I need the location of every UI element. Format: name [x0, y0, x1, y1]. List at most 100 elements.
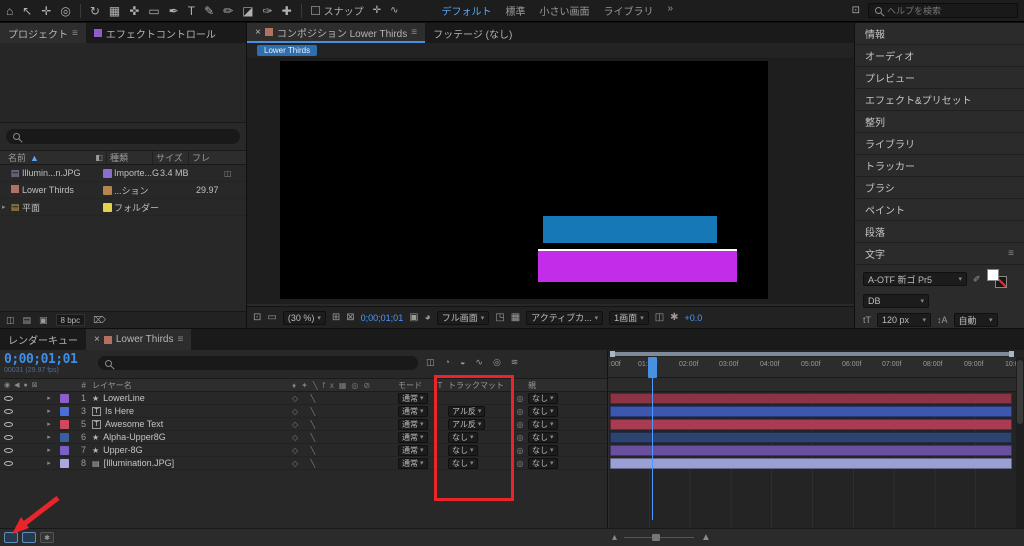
- grid-guides-icon[interactable]: ⊞: [332, 312, 340, 323]
- shape-tool-icon[interactable]: ▭: [148, 5, 159, 17]
- region-of-interest-icon[interactable]: ◳: [495, 312, 504, 323]
- expand-arrow-icon[interactable]: ▸: [42, 459, 56, 467]
- timeline-search[interactable]: [98, 356, 418, 370]
- new-composition-icon[interactable]: ▣: [39, 315, 48, 326]
- layer-name[interactable]: ★ Upper-8G: [92, 445, 288, 455]
- column-mode[interactable]: モード: [398, 380, 436, 391]
- visibility-eye-icon[interactable]: [4, 396, 13, 401]
- tab-footage[interactable]: フッテージ (なし): [425, 23, 520, 43]
- snap-wave-icon[interactable]: ∿: [390, 6, 398, 16]
- type-tool-icon[interactable]: T: [188, 5, 195, 17]
- layer-row-8[interactable]: ▸ 8 ▤ [Illumination.JPG] ◇ ╲ 通常▾ なし▾ ◎ な…: [0, 457, 607, 470]
- brush-tool-icon[interactable]: ✎: [204, 5, 214, 17]
- expand-arrow-icon[interactable]: ▸: [42, 394, 56, 402]
- selection-tool-icon[interactable]: ↖: [22, 5, 32, 17]
- font-size-dropdown[interactable]: 120 px▾: [877, 313, 931, 327]
- fast-previews-icon[interactable]: ✱: [670, 312, 678, 323]
- main-monitor-icon[interactable]: ▭: [267, 312, 276, 323]
- parent-dropdown[interactable]: なし▾: [528, 419, 558, 430]
- tab-effect-controls[interactable]: エフェクトコントロール: [86, 23, 224, 43]
- zoom-in-icon[interactable]: ▲: [701, 532, 711, 543]
- current-time-display[interactable]: 0;00;01;01: [361, 313, 404, 323]
- breadcrumb[interactable]: Lower Thirds: [257, 45, 317, 56]
- font-style-dropdown[interactable]: DB▾: [863, 294, 929, 308]
- layer-name[interactable]: ▤ [Illumination.JPG]: [92, 458, 288, 468]
- layer-row-1[interactable]: ▸ 1 ★ LowerLine ◇ ╲ 通常▾ ◎ なし▾: [0, 392, 607, 405]
- close-icon[interactable]: ×: [94, 334, 100, 345]
- expand-arrow-icon[interactable]: ▸: [0, 203, 8, 211]
- expand-arrow-icon[interactable]: ▸: [42, 446, 56, 454]
- layer-switches[interactable]: ◇ ╲: [288, 459, 398, 468]
- lower-bar-shape[interactable]: [538, 249, 737, 282]
- snap-axis-icon[interactable]: ✛: [373, 6, 381, 16]
- zoom-out-icon[interactable]: ▴: [612, 532, 617, 543]
- workspace-box-icon[interactable]: ⊡: [852, 6, 860, 16]
- pixel-aspect-icon[interactable]: ◫: [655, 312, 664, 323]
- graph-editor-icon[interactable]: ≋: [511, 357, 519, 368]
- workspace-standard[interactable]: 標準: [505, 3, 525, 18]
- mask-visibility-icon[interactable]: ⊠: [346, 312, 354, 323]
- current-time-indicator-handle[interactable]: [648, 357, 657, 378]
- parent-pickwhip-icon[interactable]: ◎: [512, 394, 528, 403]
- column-label-icon[interactable]: ◧: [92, 153, 106, 162]
- magnification-dropdown[interactable]: (30 %)▾: [283, 311, 326, 325]
- parent-dropdown[interactable]: なし▾: [528, 458, 558, 469]
- layer-switches[interactable]: ◇ ╲: [288, 433, 398, 442]
- parent-pickwhip-icon[interactable]: ◎: [512, 407, 528, 416]
- layer-row-5[interactable]: ▸ 5 T Awesome Text ◇ ╲ 通常▾ アル反▾ ◎ なし▾: [0, 418, 607, 431]
- camera-tool-icon[interactable]: ▦: [109, 5, 120, 17]
- column-framerate[interactable]: フレ: [188, 151, 216, 164]
- pan-behind-tool-icon[interactable]: ✜: [129, 5, 139, 17]
- new-folder-icon[interactable]: ▤: [23, 315, 32, 326]
- hide-shy-icon[interactable]: ◒: [460, 357, 465, 368]
- expand-arrow-icon[interactable]: ▸: [42, 420, 56, 428]
- layer-bar[interactable]: [610, 393, 1012, 404]
- label-color[interactable]: [56, 394, 72, 403]
- panel-brushes[interactable]: ブラシ: [855, 177, 1024, 199]
- zoom-slider-handle[interactable]: [652, 534, 660, 541]
- snap-toggle[interactable]: スナップ: [311, 3, 364, 18]
- parent-pickwhip-icon[interactable]: ◎: [512, 459, 528, 468]
- eyedropper-icon[interactable]: ✐: [973, 274, 981, 285]
- zoom-tool-icon[interactable]: ◎: [60, 5, 70, 17]
- panel-audio[interactable]: オーディオ: [855, 45, 1024, 67]
- layer-bar[interactable]: [610, 406, 1012, 417]
- layer-bar[interactable]: [610, 445, 1012, 456]
- visibility-eye-icon[interactable]: [4, 435, 13, 440]
- blend-mode-dropdown[interactable]: 通常▾: [398, 445, 428, 456]
- layer-name[interactable]: ★ LowerLine: [92, 393, 288, 403]
- leading-dropdown[interactable]: 自動▾: [954, 313, 998, 327]
- view-layout-dropdown[interactable]: 1画面▾: [609, 311, 649, 325]
- layer-switches[interactable]: ◇ ╲: [288, 407, 398, 416]
- close-icon[interactable]: ×: [255, 27, 261, 38]
- blend-mode-dropdown[interactable]: 通常▾: [398, 406, 428, 417]
- fill-swatch[interactable]: [987, 269, 999, 281]
- composition-canvas[interactable]: [280, 61, 768, 299]
- current-time-indicator-line[interactable]: [652, 357, 653, 520]
- draft-3d-icon[interactable]: ◔: [445, 357, 450, 368]
- blend-mode-dropdown[interactable]: 通常▾: [398, 432, 428, 443]
- layer-bar[interactable]: [610, 419, 1012, 430]
- layer-row-3[interactable]: ▸ 3 T Is Here ◇ ╲ 通常▾ アル反▾ ◎ なし▾: [0, 405, 607, 418]
- motion-blur-icon[interactable]: ◎: [493, 357, 501, 368]
- visibility-eye-icon[interactable]: [4, 461, 13, 466]
- project-item-comp[interactable]: Lower Thirds ...ション 29.97: [0, 182, 246, 199]
- panel-menu-icon[interactable]: ≡: [1008, 248, 1014, 259]
- layer-switches[interactable]: ◇ ╲: [288, 420, 398, 429]
- parent-dropdown[interactable]: なし▾: [528, 432, 558, 443]
- layer-switches[interactable]: ◇ ╲: [288, 394, 398, 403]
- frame-blend-icon[interactable]: ∿: [475, 357, 483, 368]
- visibility-eye-icon[interactable]: [4, 448, 13, 453]
- panel-paint[interactable]: ペイント: [855, 199, 1024, 221]
- visibility-eye-icon[interactable]: [4, 422, 13, 427]
- layer-bar[interactable]: [610, 458, 1012, 469]
- label-color[interactable]: [56, 407, 72, 416]
- parent-dropdown[interactable]: なし▾: [528, 406, 558, 417]
- camera-dropdown[interactable]: アクティブカ...▾: [526, 311, 603, 325]
- tab-composition[interactable]: × コンポジション Lower Thirds ≡: [247, 23, 425, 43]
- snapshot-icon[interactable]: ▣: [409, 312, 418, 323]
- resolution-dropdown[interactable]: フル画面▾: [437, 311, 490, 325]
- layer-bar[interactable]: [610, 432, 1012, 443]
- home-icon[interactable]: ⌂: [6, 5, 13, 17]
- panel-info[interactable]: 情報: [855, 23, 1024, 45]
